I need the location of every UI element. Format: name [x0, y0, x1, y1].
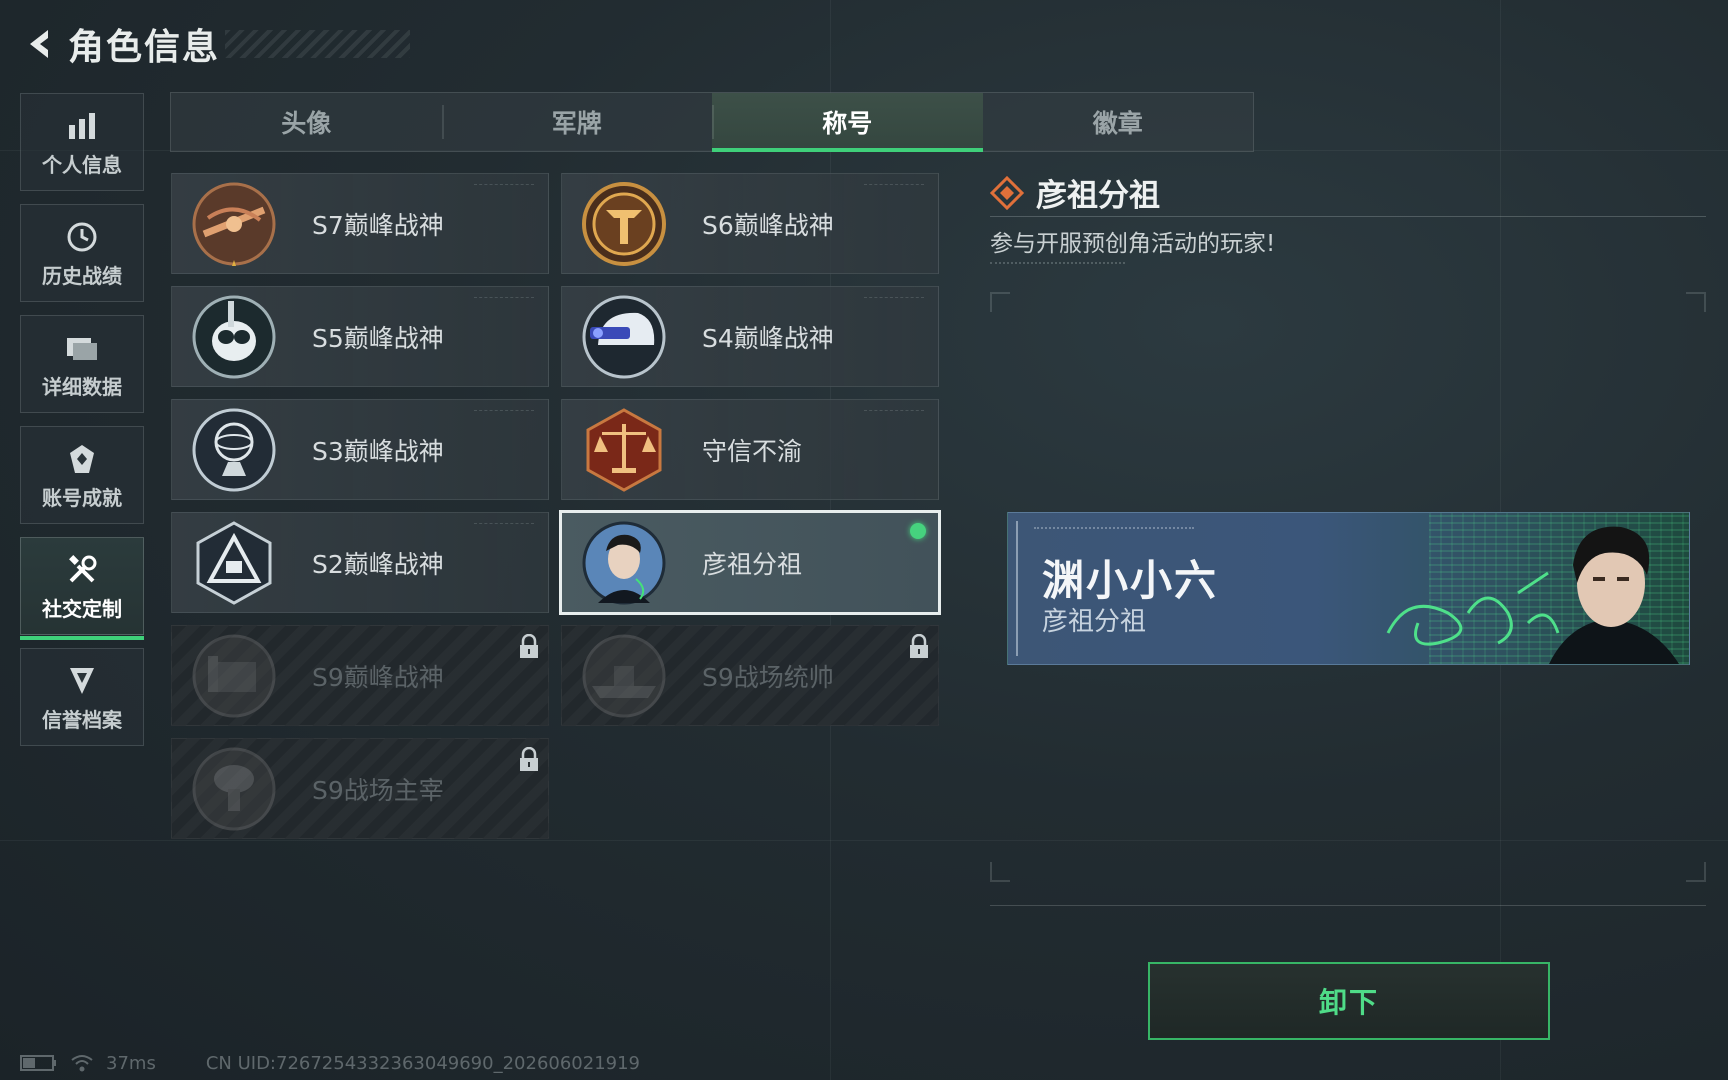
banner-corner [1016, 521, 1028, 656]
sidebar-item-label: 个人信息 [42, 152, 122, 177]
detail-title: 彦祖分祖 [1036, 178, 1160, 214]
back-arrow-icon [30, 30, 48, 58]
sidebar-item-label: 详细数据 [42, 374, 122, 399]
folder-icon [65, 329, 99, 367]
card-decoration [474, 297, 534, 302]
tab-title[interactable]: 称号 [712, 93, 983, 152]
title-card-label: S9巅峰战神 [312, 662, 444, 692]
header: 角色信息 [20, 20, 220, 68]
bar-chart-icon [67, 107, 97, 145]
title-card-s9-dominator[interactable]: S9战场主宰 [171, 738, 549, 839]
globe-badge-icon [192, 408, 276, 492]
tab-badge[interactable]: 徽章 [983, 93, 1254, 151]
page-title: 角色信息 [68, 27, 221, 68]
title-card-label: S7巅峰战神 [312, 210, 444, 240]
title-card-s7[interactable]: S7巅峰战神 [171, 173, 549, 274]
skull-badge-icon [192, 295, 276, 379]
mushroom-cloud-badge-icon [192, 747, 276, 831]
sidebar-item-label: 信誉档案 [42, 707, 122, 732]
card-decoration [864, 297, 924, 302]
tab-avatar[interactable]: 头像 [171, 93, 442, 151]
back-button[interactable] [20, 24, 60, 64]
title-preview-banner: 渊小小六 彦祖分祖 [1007, 512, 1690, 665]
banner-title: 彦祖分祖 [1042, 607, 1147, 637]
card-decoration [474, 523, 534, 528]
detail-header: 彦祖分祖 [990, 170, 1160, 215]
detail-divider [990, 216, 1706, 217]
battery-icon [20, 1055, 56, 1071]
detail-description: 参与开服预创角活动的玩家! [990, 231, 1276, 257]
title-card-s3[interactable]: S3巅峰战神 [171, 399, 549, 500]
triangle-badge-icon [196, 521, 272, 605]
ping-value: 37ms [106, 1052, 156, 1074]
title-card-label: S9战场主宰 [312, 775, 444, 805]
title-card-s9-commander[interactable]: S9战场统帅 [561, 625, 939, 726]
emblem-t-badge-icon [582, 182, 666, 266]
tab-bar: 头像 军牌 称号 徽章 [170, 92, 1254, 152]
sidebar-item-history[interactable]: 历史战绩 [20, 204, 144, 302]
title-card-s9-peak[interactable]: S9巅峰战神 [171, 625, 549, 726]
title-card-keep-faith[interactable]: 守信不渝 [561, 399, 939, 500]
lock-icon [520, 634, 538, 658]
title-card-label: S9战场统帅 [702, 662, 834, 692]
title-card-label: 守信不渝 [702, 436, 803, 466]
warship-badge-icon [582, 634, 666, 718]
sidebar-item-detailed-data[interactable]: 详细数据 [20, 315, 144, 413]
description-decoration [990, 262, 1125, 268]
frame-corner [1686, 292, 1706, 312]
wifi-icon [71, 1055, 93, 1072]
sidebar-item-credit-archive[interactable]: 信誉档案 [20, 648, 144, 746]
title-card-s4[interactable]: S4巅峰战神 [561, 286, 939, 387]
sidebar-item-social-customization[interactable]: 社交定制 [20, 537, 144, 640]
equipped-indicator [910, 523, 926, 539]
banner-decoration [1034, 527, 1194, 529]
title-card-s2[interactable]: S2巅峰战神 [171, 512, 549, 613]
portrait-badge-icon [582, 521, 666, 605]
user-uid: CN UID:7267254332363049690_202606021919 [205, 1052, 641, 1074]
frame-corner [990, 292, 1010, 312]
clock-icon [66, 218, 98, 256]
unequip-button[interactable]: 卸下 [1148, 962, 1550, 1040]
diamond-title-icon [990, 175, 1024, 210]
crossbow-badge-icon [192, 182, 276, 266]
shield-icon [67, 662, 97, 700]
card-decoration [864, 410, 924, 415]
sidebar-item-label: 社交定制 [42, 596, 122, 621]
scales-badge-icon [586, 408, 662, 492]
sidebar-item-achievements[interactable]: 账号成就 [20, 426, 144, 524]
sidebar-item-personal-info[interactable]: 个人信息 [20, 93, 144, 191]
title-card-label: S2巅峰战神 [312, 549, 444, 579]
fortress-badge-icon [192, 634, 276, 718]
title-card-s5[interactable]: S5巅峰战神 [171, 286, 549, 387]
sidebar-item-label: 历史战绩 [42, 263, 122, 288]
card-decoration [474, 184, 534, 189]
bottom-divider [990, 905, 1706, 906]
frame-corner [990, 862, 1010, 882]
portrait-graphic [1549, 526, 1679, 664]
title-card-label: S6巅峰战神 [702, 210, 834, 240]
title-card-label: S3巅峰战神 [312, 436, 444, 466]
title-card-label: S4巅峰战神 [702, 323, 834, 353]
title-card-label: S5巅峰战神 [312, 323, 444, 353]
tab-dog-tag[interactable]: 军牌 [441, 93, 713, 151]
banner-player-name: 渊小小六 [1042, 556, 1219, 605]
title-card-s6[interactable]: S6巅峰战神 [561, 173, 939, 274]
sidebar-item-label: 账号成就 [42, 485, 122, 510]
achievement-icon [67, 440, 97, 478]
lock-icon [910, 634, 928, 658]
card-decoration [474, 410, 534, 415]
card-decoration [864, 184, 924, 189]
status-bar: 37ms CN UID:7267254332363049690_20260602… [20, 1050, 640, 1076]
tools-icon [66, 551, 98, 589]
lock-icon [520, 747, 538, 771]
helmet-badge-icon [582, 295, 666, 379]
frame-corner [1686, 862, 1706, 882]
title-card-label: 彦祖分祖 [702, 549, 803, 579]
title-card-yanzu[interactable]: 彦祖分祖 [559, 510, 941, 615]
header-decoration [225, 30, 410, 58]
sidebar: 个人信息 历史战绩 详细数据 账号成就 社交定制 信誉档案 [20, 93, 144, 759]
